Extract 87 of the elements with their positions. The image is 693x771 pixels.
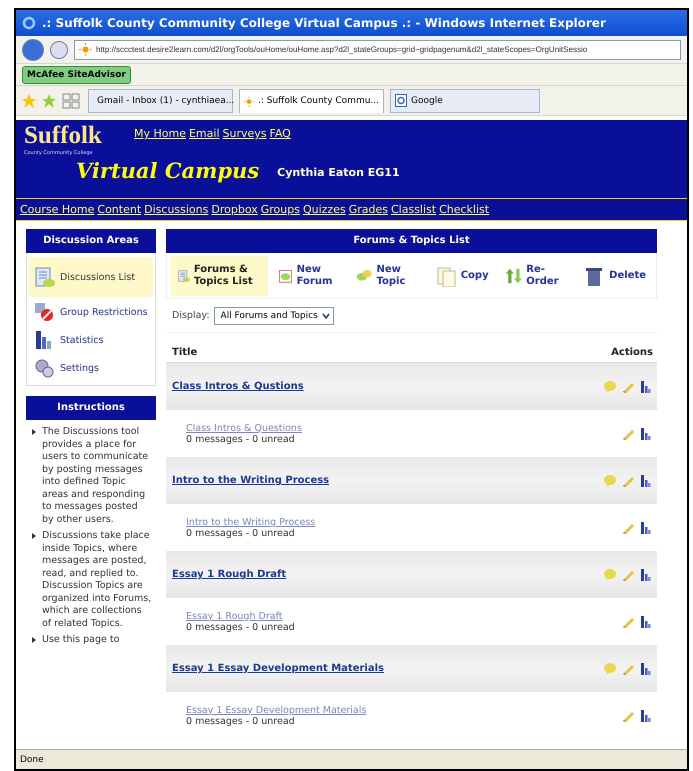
browser-tab[interactable]: Gmail - Inbox (1) - cynthiaea...: [88, 88, 233, 112]
no-entry-icon: [33, 301, 55, 323]
bar-chart-icon[interactable]: [640, 380, 651, 393]
sidebar-item[interactable]: Discussions List: [29, 257, 153, 297]
browser-tab[interactable]: .: Suffolk County Commu...: [239, 88, 384, 112]
nav-link[interactable]: Quizzes: [302, 203, 346, 216]
forward-button[interactable]: [50, 40, 68, 58]
sidebar-item[interactable]: Settings: [29, 355, 153, 381]
sun-icon: [79, 43, 92, 56]
top-link[interactable]: Surveys: [222, 127, 267, 140]
pencil-icon[interactable]: [622, 662, 635, 675]
speech-bubble-icon[interactable]: [603, 568, 617, 581]
bullet-icon: [32, 637, 36, 643]
topic-stats: 0 messages - 0 unread: [186, 434, 296, 444]
display-dropdown[interactable]: All Forums and Topics: [214, 306, 334, 324]
instruction-text: The Discussions tool provides a place for users to communicate by posting messages into defined Topic areas and responding to messages posted by other users.: [42, 426, 148, 524]
toolbar-button[interactable]: Delete: [577, 256, 652, 296]
top-link[interactable]: My Home: [134, 127, 186, 140]
forum-link[interactable]: Class Intros & Qustions: [172, 381, 304, 392]
gear-icon: [33, 357, 55, 379]
bar-chart-icon[interactable]: [640, 709, 651, 722]
bullet-icon: [32, 429, 36, 435]
star-icon[interactable]: [22, 94, 36, 108]
bullet-icon: [32, 533, 36, 539]
bar-chart-icon[interactable]: [640, 474, 651, 487]
instruction-text: Discussions take place inside Topics, where messages are posted, read, and replied to. Discussion Topics are organized into Forums, which are collections of related Topics.: [42, 530, 152, 628]
window-title: .: Suffolk County Community College Virtual Campus .: - Windows Internet Explorer: [42, 16, 606, 30]
pencil-icon[interactable]: [622, 568, 635, 581]
forum-link[interactable]: Intro to the Writing Process: [172, 475, 330, 486]
browser-tab[interactable]: Google: [390, 88, 540, 112]
display-label: Display:: [172, 310, 210, 321]
user-name: Cynthia Eaton EG11: [277, 166, 400, 181]
toolbar-button[interactable]: Re-Order: [498, 256, 574, 296]
toolbar-button[interactable]: New Topic: [350, 256, 425, 296]
add-favorite-icon[interactable]: [42, 94, 56, 108]
sidebar-item[interactable]: Group Restrictions: [29, 299, 153, 325]
column-header: Title: [172, 347, 198, 358]
bar-chart-icon[interactable]: [640, 427, 651, 440]
address-field[interactable]: http://sccctest.desire2learn.com/d2l/orgTools/ouHome/ouHome.asp?d2l_stateGroups=grid~gridpagenum&d2l_stateScopes=OrgUnitSessio: [74, 40, 681, 60]
document-list-icon: [33, 266, 55, 288]
panel-header: Instructions: [26, 396, 156, 420]
top-link[interactable]: FAQ: [270, 127, 291, 140]
panel-header: Discussion Areas: [26, 229, 156, 253]
topic-stats: 0 messages - 0 unread: [186, 622, 295, 632]
panel-header: Forums & Topics List: [166, 229, 657, 253]
pencil-icon[interactable]: [622, 521, 635, 534]
bar-chart-icon[interactable]: [640, 568, 651, 581]
nav-link[interactable]: Discussions: [144, 203, 208, 216]
bar-chart-icon[interactable]: [640, 521, 651, 534]
sidebar-item[interactable]: Statistics: [29, 327, 153, 353]
nav-link[interactable]: Dropbox: [211, 203, 258, 216]
campus-title: Virtual Campus: [76, 158, 260, 185]
pencil-icon[interactable]: [622, 615, 635, 628]
speech-bubble-icon[interactable]: [603, 474, 617, 487]
toolbar-button[interactable]: Copy: [428, 256, 495, 296]
nav-link[interactable]: Groups: [260, 203, 300, 216]
speech-bubble-icon[interactable]: [603, 380, 617, 393]
nav-link[interactable]: Content: [97, 203, 142, 216]
college-logo: Suffolk: [24, 122, 103, 150]
back-button[interactable]: [22, 38, 44, 60]
bar-chart-icon[interactable]: [640, 615, 651, 628]
status-text: Done: [20, 754, 44, 764]
nav-link[interactable]: Classlist: [390, 203, 436, 216]
forum-link[interactable]: Essay 1 Essay Development Materials: [172, 663, 384, 674]
column-header: Actions: [611, 347, 653, 358]
browser-logo-icon: [22, 16, 36, 30]
speech-bubble-icon[interactable]: [603, 662, 617, 675]
sun-icon: [244, 94, 254, 108]
instruction-text: Use this page to: [42, 634, 120, 645]
nav-link[interactable]: Course Home: [20, 203, 94, 216]
topic-stats: 0 messages - 0 unread: [186, 716, 296, 726]
toolbar-button[interactable]: New Forum: [272, 256, 346, 296]
toolbar-button[interactable]: Forums & Topics List: [171, 256, 268, 296]
copy-icon: [434, 264, 457, 286]
topic-stats: 0 messages - 0 unread: [186, 528, 296, 538]
nav-link[interactable]: Checklist: [439, 203, 490, 216]
pencil-icon[interactable]: [622, 427, 635, 440]
forum-link[interactable]: Essay 1 Rough Draft: [172, 569, 286, 580]
pencil-icon[interactable]: [622, 474, 635, 487]
siteadvisor-button[interactable]: McAfee SiteAdvisor: [22, 66, 131, 84]
nav-link[interactable]: Grades: [348, 203, 388, 216]
top-link[interactable]: Email: [188, 127, 220, 140]
pencil-icon[interactable]: [622, 709, 635, 722]
pencil-icon[interactable]: [622, 380, 635, 393]
tab-list-icon[interactable]: [62, 92, 82, 110]
bar-chart-icon[interactable]: [640, 662, 651, 675]
g-icon: [395, 94, 407, 107]
